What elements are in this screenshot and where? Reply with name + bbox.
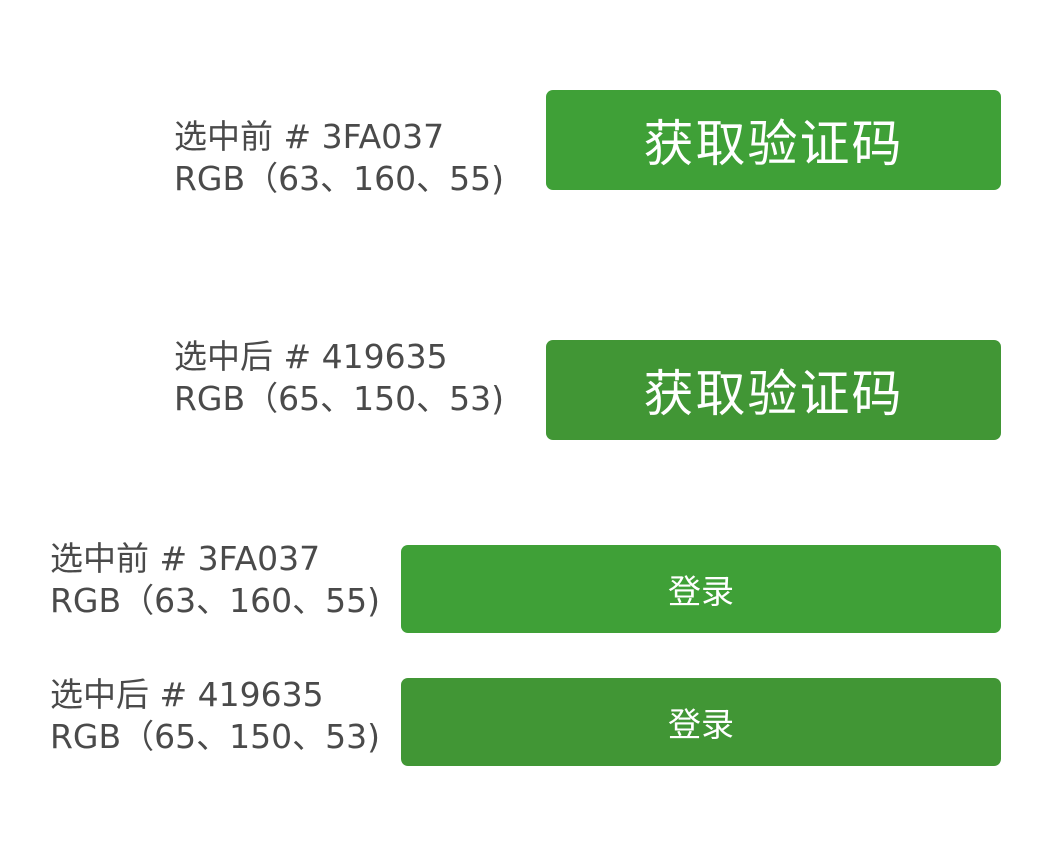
color-label-after-login: 选中后 # 419635 RGB（65、150、53) <box>50 674 380 758</box>
color-hex-label: 选中前 # 3FA037 <box>174 117 445 156</box>
color-rgb-label: RGB（65、150、53) <box>50 717 380 756</box>
color-label-before-verify: 选中前 # 3FA037 RGB（63、160、55) <box>174 116 504 200</box>
color-hex-label: 选中后 # 419635 <box>50 675 324 714</box>
color-rgb-label: RGB（63、160、55) <box>50 581 380 620</box>
color-rgb-label: RGB（63、160、55) <box>174 159 504 198</box>
color-label-before-login: 选中前 # 3FA037 RGB（63、160、55) <box>50 538 380 622</box>
login-button-before[interactable]: 登录 <box>401 545 1001 633</box>
color-label-after-verify: 选中后 # 419635 RGB（65、150、53) <box>174 336 504 420</box>
login-button-after[interactable]: 登录 <box>401 678 1001 766</box>
get-verification-code-button-before[interactable]: 获取验证码 <box>546 90 1001 190</box>
get-verification-code-button-after[interactable]: 获取验证码 <box>546 340 1001 440</box>
color-hex-label: 选中后 # 419635 <box>174 337 448 376</box>
color-rgb-label: RGB（65、150、53) <box>174 379 504 418</box>
color-hex-label: 选中前 # 3FA037 <box>50 539 321 578</box>
